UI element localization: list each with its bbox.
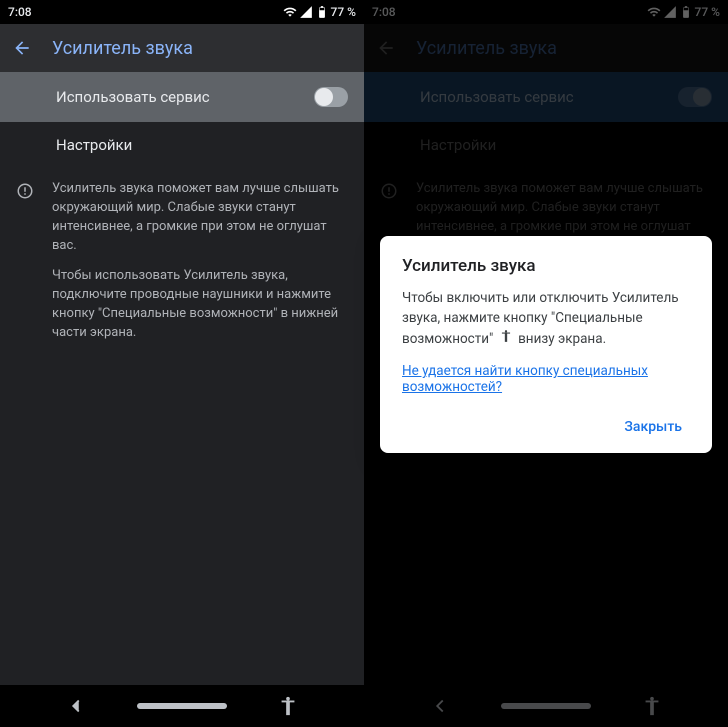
back-button[interactable] [376, 38, 396, 58]
signal-icon [299, 5, 313, 19]
clock: 7:08 [372, 5, 396, 19]
battery-icon [315, 5, 329, 19]
settings-label: Настройки [420, 136, 496, 154]
battery-icon [679, 5, 693, 19]
info-text: Усилитель звука поможет вам лучше слышат… [52, 180, 344, 343]
dialog-title: Усилитель звука [402, 256, 690, 276]
info-p2: Чтобы использовать Усилитель звука, подк… [52, 267, 344, 342]
accessibility-icon [499, 329, 513, 349]
chevron-left-icon [429, 695, 451, 717]
use-service-row[interactable]: Использовать сервис [364, 72, 728, 122]
info-p1: Усилитель звука поможет вам лучше слышат… [52, 180, 344, 255]
battery-percent: 77 % [695, 5, 720, 19]
status-icons: 77 % [647, 5, 720, 19]
page-title: Усилитель звука [416, 38, 557, 59]
back-button[interactable] [12, 38, 32, 58]
nav-back-button[interactable] [65, 695, 87, 717]
use-service-label: Использовать сервис [420, 88, 574, 106]
status-bar: 7:08 77 % [364, 0, 728, 24]
nav-home-pill[interactable] [137, 703, 227, 709]
phone-right: 7:08 77 % Усилитель звука Использовать с… [364, 0, 728, 727]
nav-back-button[interactable] [429, 695, 451, 717]
navigation-bar [0, 685, 364, 727]
clock: 7:08 [8, 5, 32, 19]
dialog-body: Чтобы включить или отключить Усилитель з… [402, 288, 690, 349]
settings-label: Настройки [56, 136, 132, 154]
use-service-switch[interactable] [678, 87, 712, 107]
chevron-left-icon [65, 695, 87, 717]
info-icon [16, 182, 34, 200]
use-service-label: Использовать сервис [56, 88, 210, 106]
battery-percent: 77 % [331, 5, 356, 19]
info-block: Усилитель звука поможет вам лучше слышат… [0, 168, 364, 355]
accessibility-icon [277, 695, 299, 717]
use-service-row[interactable]: Использовать сервис [0, 72, 364, 122]
nav-accessibility-button[interactable] [277, 695, 299, 717]
use-service-switch[interactable] [314, 87, 348, 107]
arrow-left-icon [12, 38, 32, 58]
wifi-icon [283, 5, 297, 19]
page-title: Усилитель звука [52, 38, 193, 59]
nav-home-pill[interactable] [501, 703, 591, 709]
dialog-close-button[interactable]: Закрыть [616, 413, 690, 441]
dialog: Усилитель звука Чтобы включить или отклю… [380, 236, 712, 453]
status-bar: 7:08 77 % [0, 0, 364, 24]
signal-icon [663, 5, 677, 19]
wifi-icon [647, 5, 661, 19]
info-icon [380, 182, 398, 200]
arrow-left-icon [376, 38, 396, 58]
settings-row[interactable]: Настройки [0, 122, 364, 168]
phone-left: 7:08 77 % Усилитель звука Использовать с… [0, 0, 364, 727]
status-icons: 77 % [283, 5, 356, 19]
app-header: Усилитель звука [364, 24, 728, 72]
dialog-body-after: внизу экрана. [518, 331, 606, 347]
nav-accessibility-button[interactable] [641, 695, 663, 717]
app-header: Усилитель звука [0, 24, 364, 72]
settings-row[interactable]: Настройки [364, 122, 728, 168]
accessibility-icon [641, 695, 663, 717]
navigation-bar [364, 685, 728, 727]
dialog-actions: Закрыть [402, 413, 690, 441]
dialog-help-link[interactable]: Не удается найти кнопку специальных возм… [402, 363, 690, 395]
